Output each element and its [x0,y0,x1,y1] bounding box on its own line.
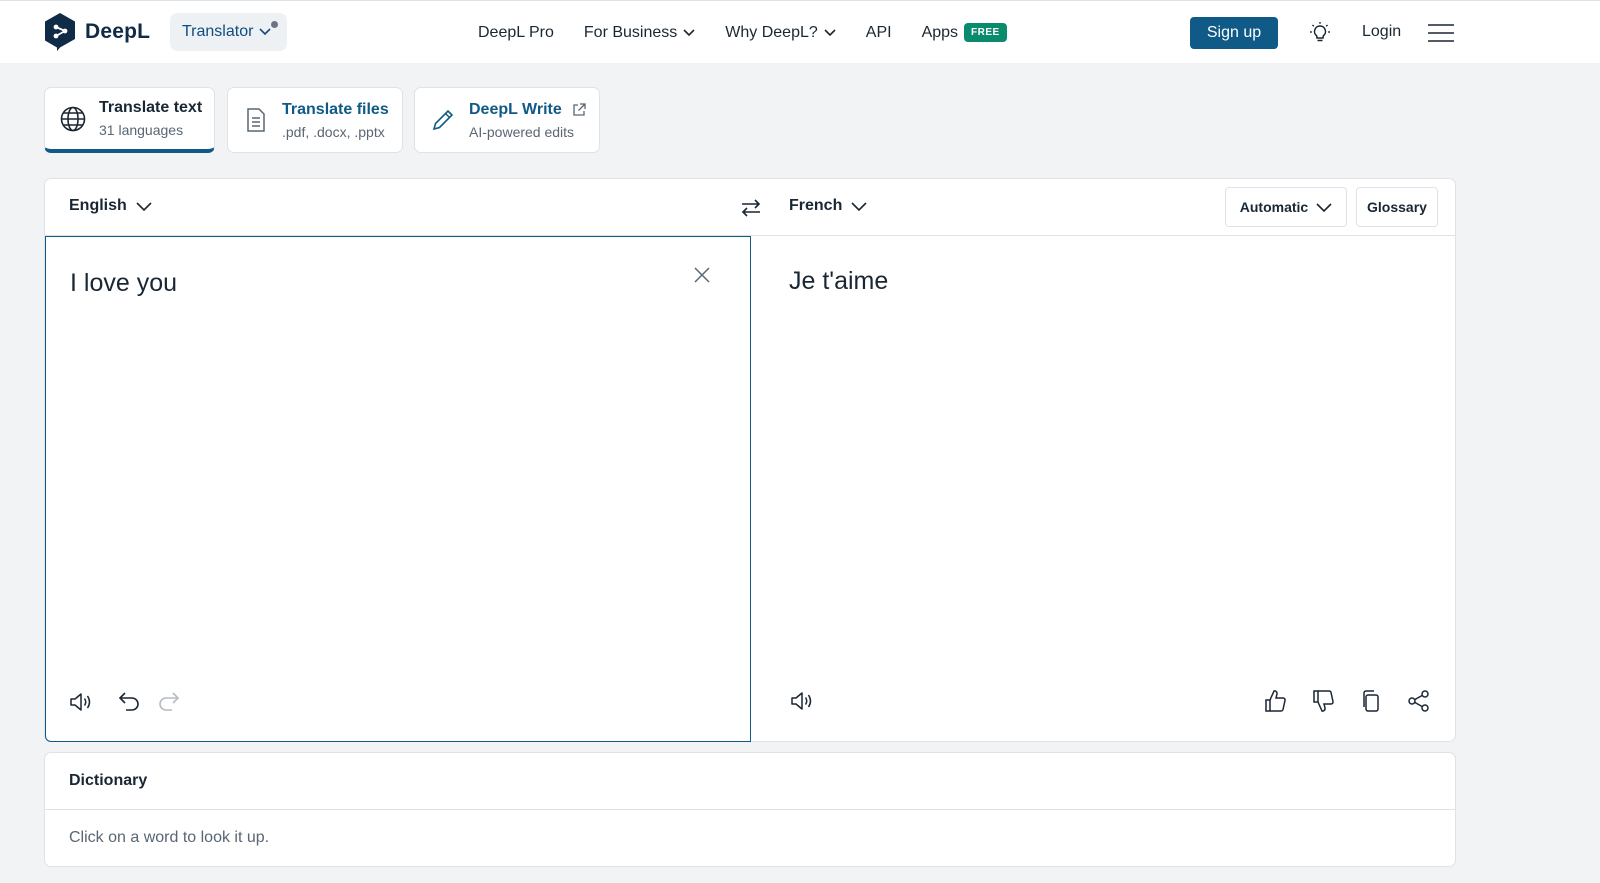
redo-icon[interactable] [156,689,182,715]
tab-title-label: DeepL Write [469,100,562,118]
tab-text: Translate files .pdf, .docx, .pptx [282,101,389,140]
language-bar: English French Automatic Glossary [45,179,1455,236]
source-text[interactable]: I love you [70,269,177,298]
source-language-select[interactable]: English [69,197,152,215]
tab-subtitle: .pdf, .docx, .pptx [282,123,385,140]
share-icon[interactable] [1406,688,1432,714]
document-icon [247,108,265,132]
sign-up-button[interactable]: Sign up [1190,17,1278,49]
top-navigation-bar: DeepL Translator DeepL Pro For Business … [0,0,1600,63]
tab-text: Translate text 31 languages [99,99,202,138]
translator-panel: English French Automatic Glossary I love… [44,178,1456,742]
nav-for-business[interactable]: For Business [584,24,695,42]
nav-label: API [865,23,892,41]
source-text-area[interactable]: I love you [45,236,751,742]
tab-title: Translate files [282,100,389,118]
chevron-down-icon [851,201,867,211]
nav-label: Apps [921,23,959,41]
chevron-down-icon [259,28,272,36]
deepl-logo-icon [45,13,75,51]
tab-title: DeepL Write [469,101,586,119]
copy-icon[interactable] [1358,688,1384,714]
swap-languages-icon[interactable] [739,196,763,220]
nav-apps[interactable]: Apps FREE [922,23,1007,42]
nav-label: Why DeepL? [725,23,818,41]
dictionary-title: Dictionary [69,772,148,789]
thumbs-up-icon[interactable] [1262,688,1288,714]
tab-deepl-write[interactable]: DeepL Write AI-powered edits [414,87,600,153]
logo-wordmark: DeepL [85,20,151,43]
tab-translate-text[interactable]: Translate text 31 languages [44,87,215,153]
login-link[interactable]: Login [1362,23,1401,41]
tab-subtitle: 31 languages [99,122,184,138]
nav-label: DeepL Pro [478,23,554,41]
product-switcher-label: Translator [182,23,254,40]
pencil-icon [432,109,454,131]
lightbulb-icon[interactable] [1308,21,1332,45]
dictionary-hint: Click on a word to look it up. [69,829,270,846]
formality-dropdown[interactable]: Automatic [1225,187,1347,227]
product-switcher-dropdown[interactable]: Translator [170,13,288,51]
hamburger-menu-icon[interactable] [1428,23,1454,43]
chevron-down-icon [824,28,836,36]
external-link-icon [573,102,586,116]
tab-title: Translate text [99,99,203,116]
glossary-button[interactable]: Glossary [1356,187,1438,227]
notification-dot [271,21,279,28]
thumbs-down-icon[interactable] [1310,688,1336,714]
chevron-down-icon [136,201,152,211]
target-language-label: French [789,197,843,214]
formality-label: Automatic [1239,199,1309,215]
nav-api[interactable]: API [866,24,892,42]
target-language-select[interactable]: French [789,197,867,215]
tab-translate-files[interactable]: Translate files .pdf, .docx, .pptx [227,87,403,153]
speaker-icon[interactable] [789,688,815,714]
chevron-down-icon [683,28,695,36]
free-badge: FREE [964,23,1007,42]
chevron-down-icon [1316,202,1332,212]
nav-why-deepl[interactable]: Why DeepL? [725,24,836,42]
close-icon[interactable] [692,265,712,285]
tab-text: DeepL Write AI-powered edits [469,101,586,140]
tab-subtitle: AI-powered edits [469,123,575,140]
dictionary-panel: Dictionary Click on a word to look it up… [44,752,1456,867]
deepl-logo[interactable]: DeepL [43,12,150,52]
divider [45,809,1455,810]
undo-icon[interactable] [116,689,142,715]
speaker-icon[interactable] [68,689,94,715]
translated-text: Je t'aime [789,267,889,295]
nav-label: For Business [583,23,678,41]
nav-deepl-pro[interactable]: DeepL Pro [478,24,554,42]
main-nav: DeepL Pro For Business Why DeepL? API Ap… [478,1,1037,64]
globe-icon [60,106,86,131]
source-language-label: English [69,197,127,214]
